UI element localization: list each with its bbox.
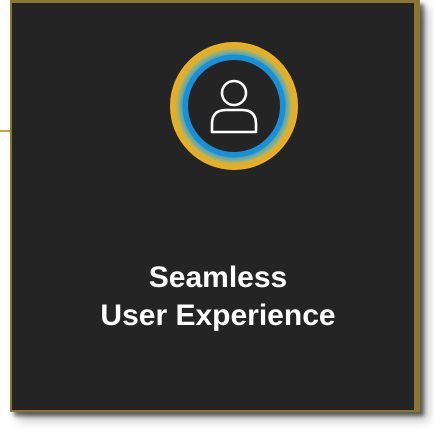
feature-card: Seamless User Experience <box>10 0 420 412</box>
card-title: Seamless User Experience <box>12 259 424 335</box>
card-title-line-2: User Experience <box>100 299 336 332</box>
card-title-line-1: Seamless <box>148 261 288 294</box>
user-icon <box>168 40 300 172</box>
stage: Seamless User Experience <box>0 0 434 430</box>
